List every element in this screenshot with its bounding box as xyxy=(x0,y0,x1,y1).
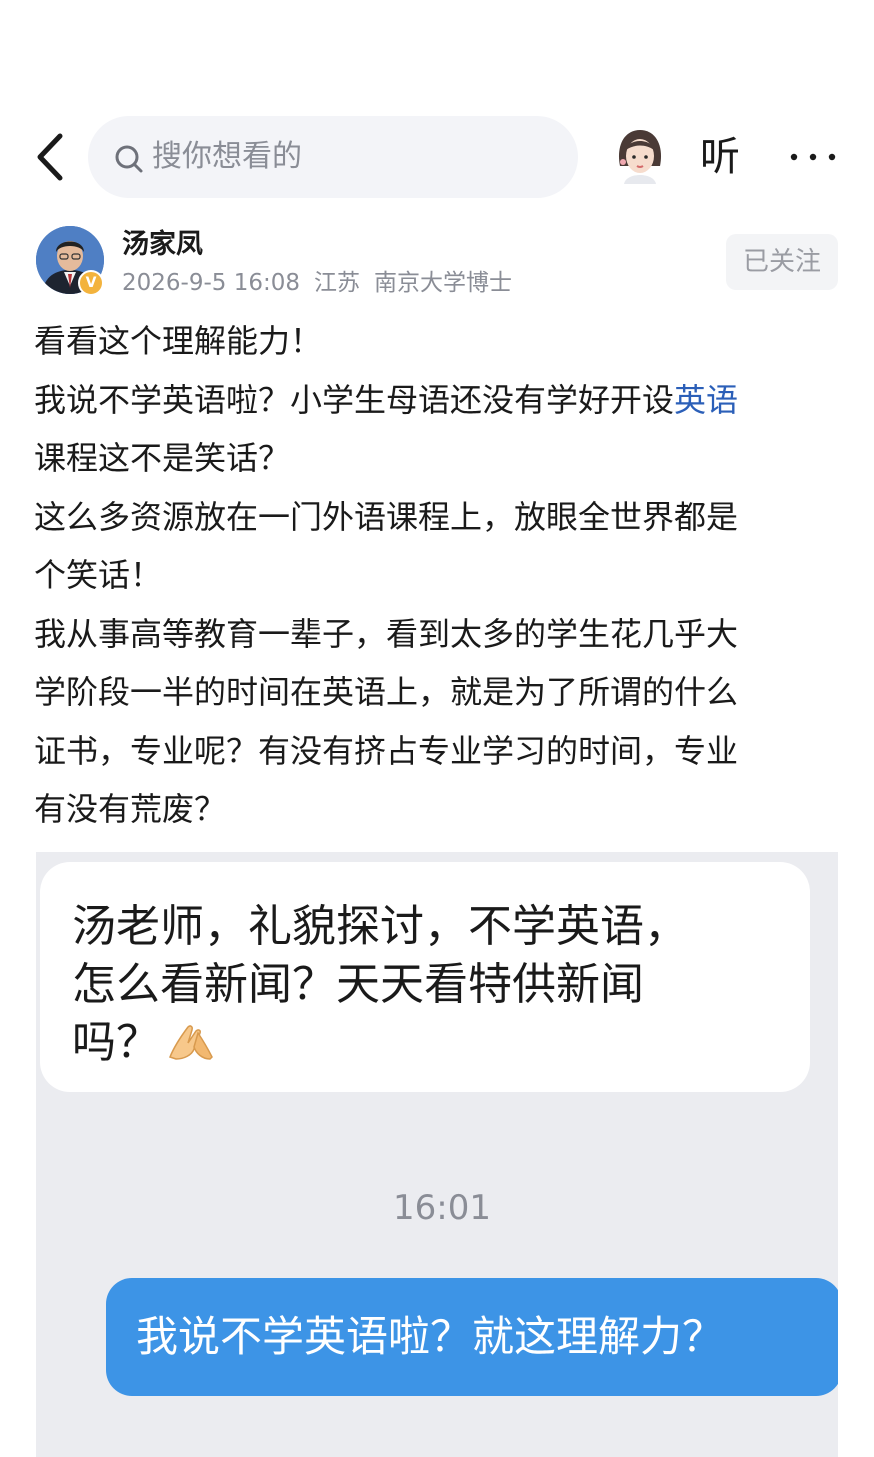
chevron-left-icon xyxy=(37,133,63,181)
keyword-link[interactable]: 英语 xyxy=(674,381,738,419)
listen-button[interactable]: 听 xyxy=(700,134,740,180)
post-line: 我说不学英语啦？小学生母语还没有学好开设英语 xyxy=(34,371,846,430)
more-dots-icon xyxy=(790,153,836,161)
incoming-message-line: 怎么看新闻？天天看特供新闻 xyxy=(72,959,644,1010)
top-bar: 搜你想看的 听 xyxy=(0,112,874,202)
search-placeholder: 搜你想看的 xyxy=(152,139,302,174)
incoming-message-text: 吗？ xyxy=(72,1017,160,1068)
post-line: 课程这不是笑话？ xyxy=(34,439,291,477)
follow-button[interactable]: 已关注 xyxy=(726,234,838,290)
post-line: 证书，专业呢？有没有挤占专业学习的时间，专业 xyxy=(34,731,739,770)
back-button[interactable] xyxy=(30,132,76,182)
incoming-message-bubble: 汤老师，礼貌探讨，不学英语， 怎么看新闻？天天看特供新闻 吗？ xyxy=(40,862,810,1092)
post-line: 学阶段一半的时间在英语上，就是为了所谓的什么 xyxy=(34,673,739,711)
assistant-avatar-button[interactable] xyxy=(612,126,668,188)
post-line: 我从事高等教育一辈子，看到太多的学生花几乎大 xyxy=(34,614,739,653)
search-input[interactable]: 搜你想看的 xyxy=(88,116,578,198)
post-line: 这么多资源放在一门外语课程上，放眼全世界都是 xyxy=(34,497,739,536)
incoming-message-line: 汤老师，礼貌探讨，不学英语， xyxy=(72,901,688,952)
verified-badge: V xyxy=(78,270,104,296)
search-icon xyxy=(115,145,143,173)
more-button[interactable] xyxy=(788,134,838,180)
author-title: 南京大学博士 xyxy=(374,270,512,296)
post-line-text: 我说不学英语啦？小学生母语还没有学好开设 xyxy=(34,380,675,419)
post-line: 看看这个理解能力！ xyxy=(34,322,323,360)
chat-screenshot-image[interactable]: 汤老师，礼貌探讨，不学英语， 怎么看新闻？天天看特供新闻 吗？ 16:01 我说… xyxy=(36,852,838,1457)
folded-hands-icon xyxy=(166,1018,216,1060)
post-date: 2026-9-5 16:08 xyxy=(122,270,300,296)
outgoing-message-bubble: 我说不学英语啦？就这理解力？ xyxy=(106,1278,838,1396)
post-meta: 2026-9-5 16:08 江苏 南京大学博士 xyxy=(122,268,526,298)
author-location: 江苏 xyxy=(314,270,360,296)
post-detail-page: 搜你想看的 听 V 汤家凤 2026-9-5 16:08 江苏 南京大学博士 已… xyxy=(0,0,874,1457)
post-line: 个笑话！ xyxy=(34,556,163,594)
author-name[interactable]: 汤家凤 xyxy=(122,228,203,262)
assistant-avatar-icon xyxy=(618,130,662,184)
post-line: 有没有荒废？ xyxy=(34,790,227,828)
incoming-message-line: 吗？ xyxy=(72,1014,780,1072)
chat-timestamp: 16:01 xyxy=(393,1188,491,1228)
post-body: 看看这个理解能力！ 我说不学英语啦？小学生母语还没有学好开设英语 课程这不是笑话… xyxy=(34,312,846,839)
